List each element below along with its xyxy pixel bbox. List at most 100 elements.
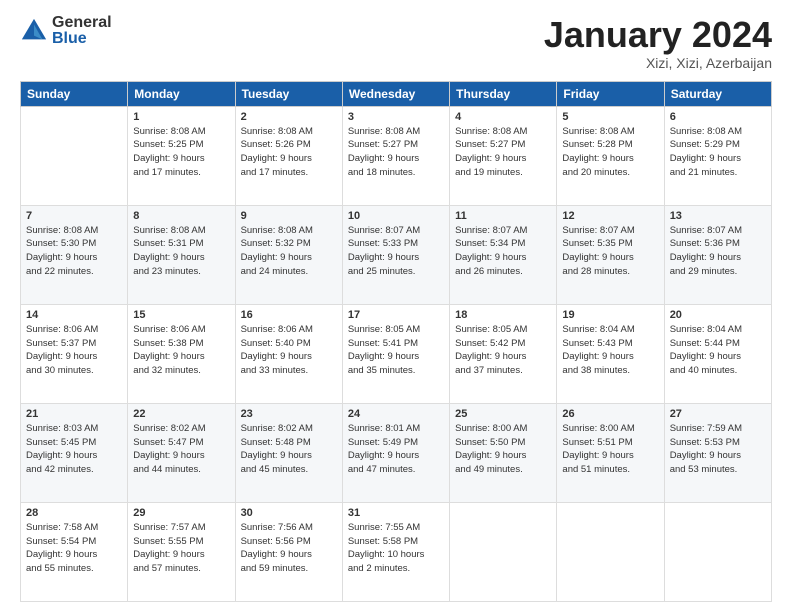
day-info: Sunrise: 7:57 AM Sunset: 5:55 PM Dayligh…: [133, 521, 229, 576]
calendar-cell: 10 Sunrise: 8:07 AM Sunset: 5:33 PM Dayli…: [342, 205, 449, 304]
day-number: 12: [562, 210, 658, 222]
day-info: Sunrise: 8:08 AM Sunset: 5:32 PM Dayligh…: [241, 224, 337, 279]
day-number: 26: [562, 408, 658, 420]
calendar-cell: 7 Sunrise: 8:08 AM Sunset: 5:30 PM Daylig…: [21, 205, 128, 304]
day-number: 24: [348, 408, 444, 420]
day-info: Sunrise: 8:08 AM Sunset: 5:25 PM Dayligh…: [133, 125, 229, 180]
calendar-cell: 18Sunrise: 8:05 AM Sunset: 5:42 PM Dayli…: [450, 304, 557, 403]
calendar-cell: 15Sunrise: 8:06 AM Sunset: 5:38 PM Dayli…: [128, 304, 235, 403]
day-info: Sunrise: 8:02 AM Sunset: 5:48 PM Dayligh…: [241, 422, 337, 477]
day-number: 21: [26, 408, 122, 420]
month-title: January 2024: [544, 15, 772, 55]
calendar-cell: 23 Sunrise: 8:02 AM Sunset: 5:48 PM Dayli…: [235, 403, 342, 502]
day-number: 5: [562, 111, 658, 123]
calendar-cell: 14Sunrise: 8:06 AM Sunset: 5:37 PM Dayli…: [21, 304, 128, 403]
day-number: 29: [133, 507, 229, 519]
day-info: Sunrise: 8:02 AM Sunset: 5:47 PM Dayligh…: [133, 422, 229, 477]
day-number: 27: [670, 408, 766, 420]
calendar-cell: 3 Sunrise: 8:08 AM Sunset: 5:27 PM Daylig…: [342, 106, 449, 205]
weekday-header: Wednesday: [342, 81, 449, 106]
day-number: 23: [241, 408, 337, 420]
calendar-cell: 11 Sunrise: 8:07 AM Sunset: 5:34 PM Dayli…: [450, 205, 557, 304]
weekday-header: Saturday: [664, 81, 771, 106]
calendar-cell: 24 Sunrise: 8:01 AM Sunset: 5:49 PM Dayli…: [342, 403, 449, 502]
calendar-cell: 19 Sunrise: 8:04 AM Sunset: 5:43 PM Dayli…: [557, 304, 664, 403]
day-info: Sunrise: 7:58 AM Sunset: 5:54 PM Dayligh…: [26, 521, 122, 576]
day-number: 13: [670, 210, 766, 222]
calendar-cell: 27 Sunrise: 7:59 AM Sunset: 5:53 PM Dayli…: [664, 403, 771, 502]
weekday-header: Monday: [128, 81, 235, 106]
day-info: Sunrise: 8:08 AM Sunset: 5:30 PM Dayligh…: [26, 224, 122, 279]
day-number: 19: [562, 309, 658, 321]
location: Xizi, Xizi, Azerbaijan: [544, 55, 772, 71]
calendar-cell: [664, 502, 771, 601]
logo-icon: [20, 17, 48, 45]
day-number: 20: [670, 309, 766, 321]
day-number: 25: [455, 408, 551, 420]
day-info: Sunrise: 8:06 AM Sunset: 5:37 PM Dayligh…: [26, 323, 122, 378]
calendar-cell: 5 Sunrise: 8:08 AM Sunset: 5:28 PM Daylig…: [557, 106, 664, 205]
calendar-cell: 29 Sunrise: 7:57 AM Sunset: 5:55 PM Dayli…: [128, 502, 235, 601]
weekday-header: Sunday: [21, 81, 128, 106]
day-info: Sunrise: 8:08 AM Sunset: 5:29 PM Dayligh…: [670, 125, 766, 180]
calendar-cell: [557, 502, 664, 601]
day-number: 8: [133, 210, 229, 222]
day-number: 9: [241, 210, 337, 222]
day-info: Sunrise: 8:08 AM Sunset: 5:27 PM Dayligh…: [348, 125, 444, 180]
logo-blue: Blue: [52, 31, 112, 47]
weekday-header: Tuesday: [235, 81, 342, 106]
day-number: 11: [455, 210, 551, 222]
calendar-table: SundayMondayTuesdayWednesdayThursdayFrid…: [20, 81, 772, 602]
weekday-header: Thursday: [450, 81, 557, 106]
calendar-week-row: 1 Sunrise: 8:08 AM Sunset: 5:25 PM Daylig…: [21, 106, 772, 205]
calendar-cell: 12 Sunrise: 8:07 AM Sunset: 5:35 PM Dayli…: [557, 205, 664, 304]
day-info: Sunrise: 7:59 AM Sunset: 5:53 PM Dayligh…: [670, 422, 766, 477]
calendar-cell: 2 Sunrise: 8:08 AM Sunset: 5:26 PM Daylig…: [235, 106, 342, 205]
calendar-cell: 20 Sunrise: 8:04 AM Sunset: 5:44 PM Dayli…: [664, 304, 771, 403]
calendar-cell: 1 Sunrise: 8:08 AM Sunset: 5:25 PM Daylig…: [128, 106, 235, 205]
day-number: 28: [26, 507, 122, 519]
calendar-cell: 16Sunrise: 8:06 AM Sunset: 5:40 PM Dayli…: [235, 304, 342, 403]
day-info: Sunrise: 8:03 AM Sunset: 5:45 PM Dayligh…: [26, 422, 122, 477]
day-info: Sunrise: 8:07 AM Sunset: 5:36 PM Dayligh…: [670, 224, 766, 279]
calendar-week-row: 28 Sunrise: 7:58 AM Sunset: 5:54 PM Dayli…: [21, 502, 772, 601]
calendar-cell: [450, 502, 557, 601]
day-number: 7: [26, 210, 122, 222]
calendar-page: General Blue January 2024 Xizi, Xizi, Az…: [0, 0, 792, 612]
calendar-cell: 21 Sunrise: 8:03 AM Sunset: 5:45 PM Dayli…: [21, 403, 128, 502]
calendar-week-row: 14Sunrise: 8:06 AM Sunset: 5:37 PM Dayli…: [21, 304, 772, 403]
calendar-cell: 13 Sunrise: 8:07 AM Sunset: 5:36 PM Dayli…: [664, 205, 771, 304]
weekday-header: Friday: [557, 81, 664, 106]
day-info: Sunrise: 8:08 AM Sunset: 5:28 PM Dayligh…: [562, 125, 658, 180]
calendar-cell: 31Sunrise: 7:55 AM Sunset: 5:58 PM Dayli…: [342, 502, 449, 601]
day-info: Sunrise: 8:04 AM Sunset: 5:43 PM Dayligh…: [562, 323, 658, 378]
calendar-cell: 9 Sunrise: 8:08 AM Sunset: 5:32 PM Daylig…: [235, 205, 342, 304]
logo-text: General Blue: [52, 15, 112, 47]
day-number: 6: [670, 111, 766, 123]
day-number: 10: [348, 210, 444, 222]
day-number: 22: [133, 408, 229, 420]
day-info: Sunrise: 8:08 AM Sunset: 5:26 PM Dayligh…: [241, 125, 337, 180]
calendar-cell: 25Sunrise: 8:00 AM Sunset: 5:50 PM Dayli…: [450, 403, 557, 502]
day-info: Sunrise: 8:07 AM Sunset: 5:34 PM Dayligh…: [455, 224, 551, 279]
day-info: Sunrise: 8:04 AM Sunset: 5:44 PM Dayligh…: [670, 323, 766, 378]
day-number: 3: [348, 111, 444, 123]
calendar-cell: 8Sunrise: 8:08 AM Sunset: 5:31 PM Daylig…: [128, 205, 235, 304]
day-number: 2: [241, 111, 337, 123]
calendar-cell: 26Sunrise: 8:00 AM Sunset: 5:51 PM Dayli…: [557, 403, 664, 502]
day-number: 17: [348, 309, 444, 321]
calendar-cell: 30Sunrise: 7:56 AM Sunset: 5:56 PM Dayli…: [235, 502, 342, 601]
day-info: Sunrise: 8:05 AM Sunset: 5:41 PM Dayligh…: [348, 323, 444, 378]
day-info: Sunrise: 8:07 AM Sunset: 5:35 PM Dayligh…: [562, 224, 658, 279]
header: General Blue January 2024 Xizi, Xizi, Az…: [20, 15, 772, 71]
logo-general: General: [52, 15, 112, 31]
title-section: January 2024 Xizi, Xizi, Azerbaijan: [544, 15, 772, 71]
calendar-cell: 22 Sunrise: 8:02 AM Sunset: 5:47 PM Dayli…: [128, 403, 235, 502]
day-info: Sunrise: 8:01 AM Sunset: 5:49 PM Dayligh…: [348, 422, 444, 477]
calendar-header: SundayMondayTuesdayWednesdayThursdayFrid…: [21, 81, 772, 106]
logo: General Blue: [20, 15, 112, 47]
day-number: 16: [241, 309, 337, 321]
day-number: 15: [133, 309, 229, 321]
day-info: Sunrise: 8:07 AM Sunset: 5:33 PM Dayligh…: [348, 224, 444, 279]
day-number: 1: [133, 111, 229, 123]
